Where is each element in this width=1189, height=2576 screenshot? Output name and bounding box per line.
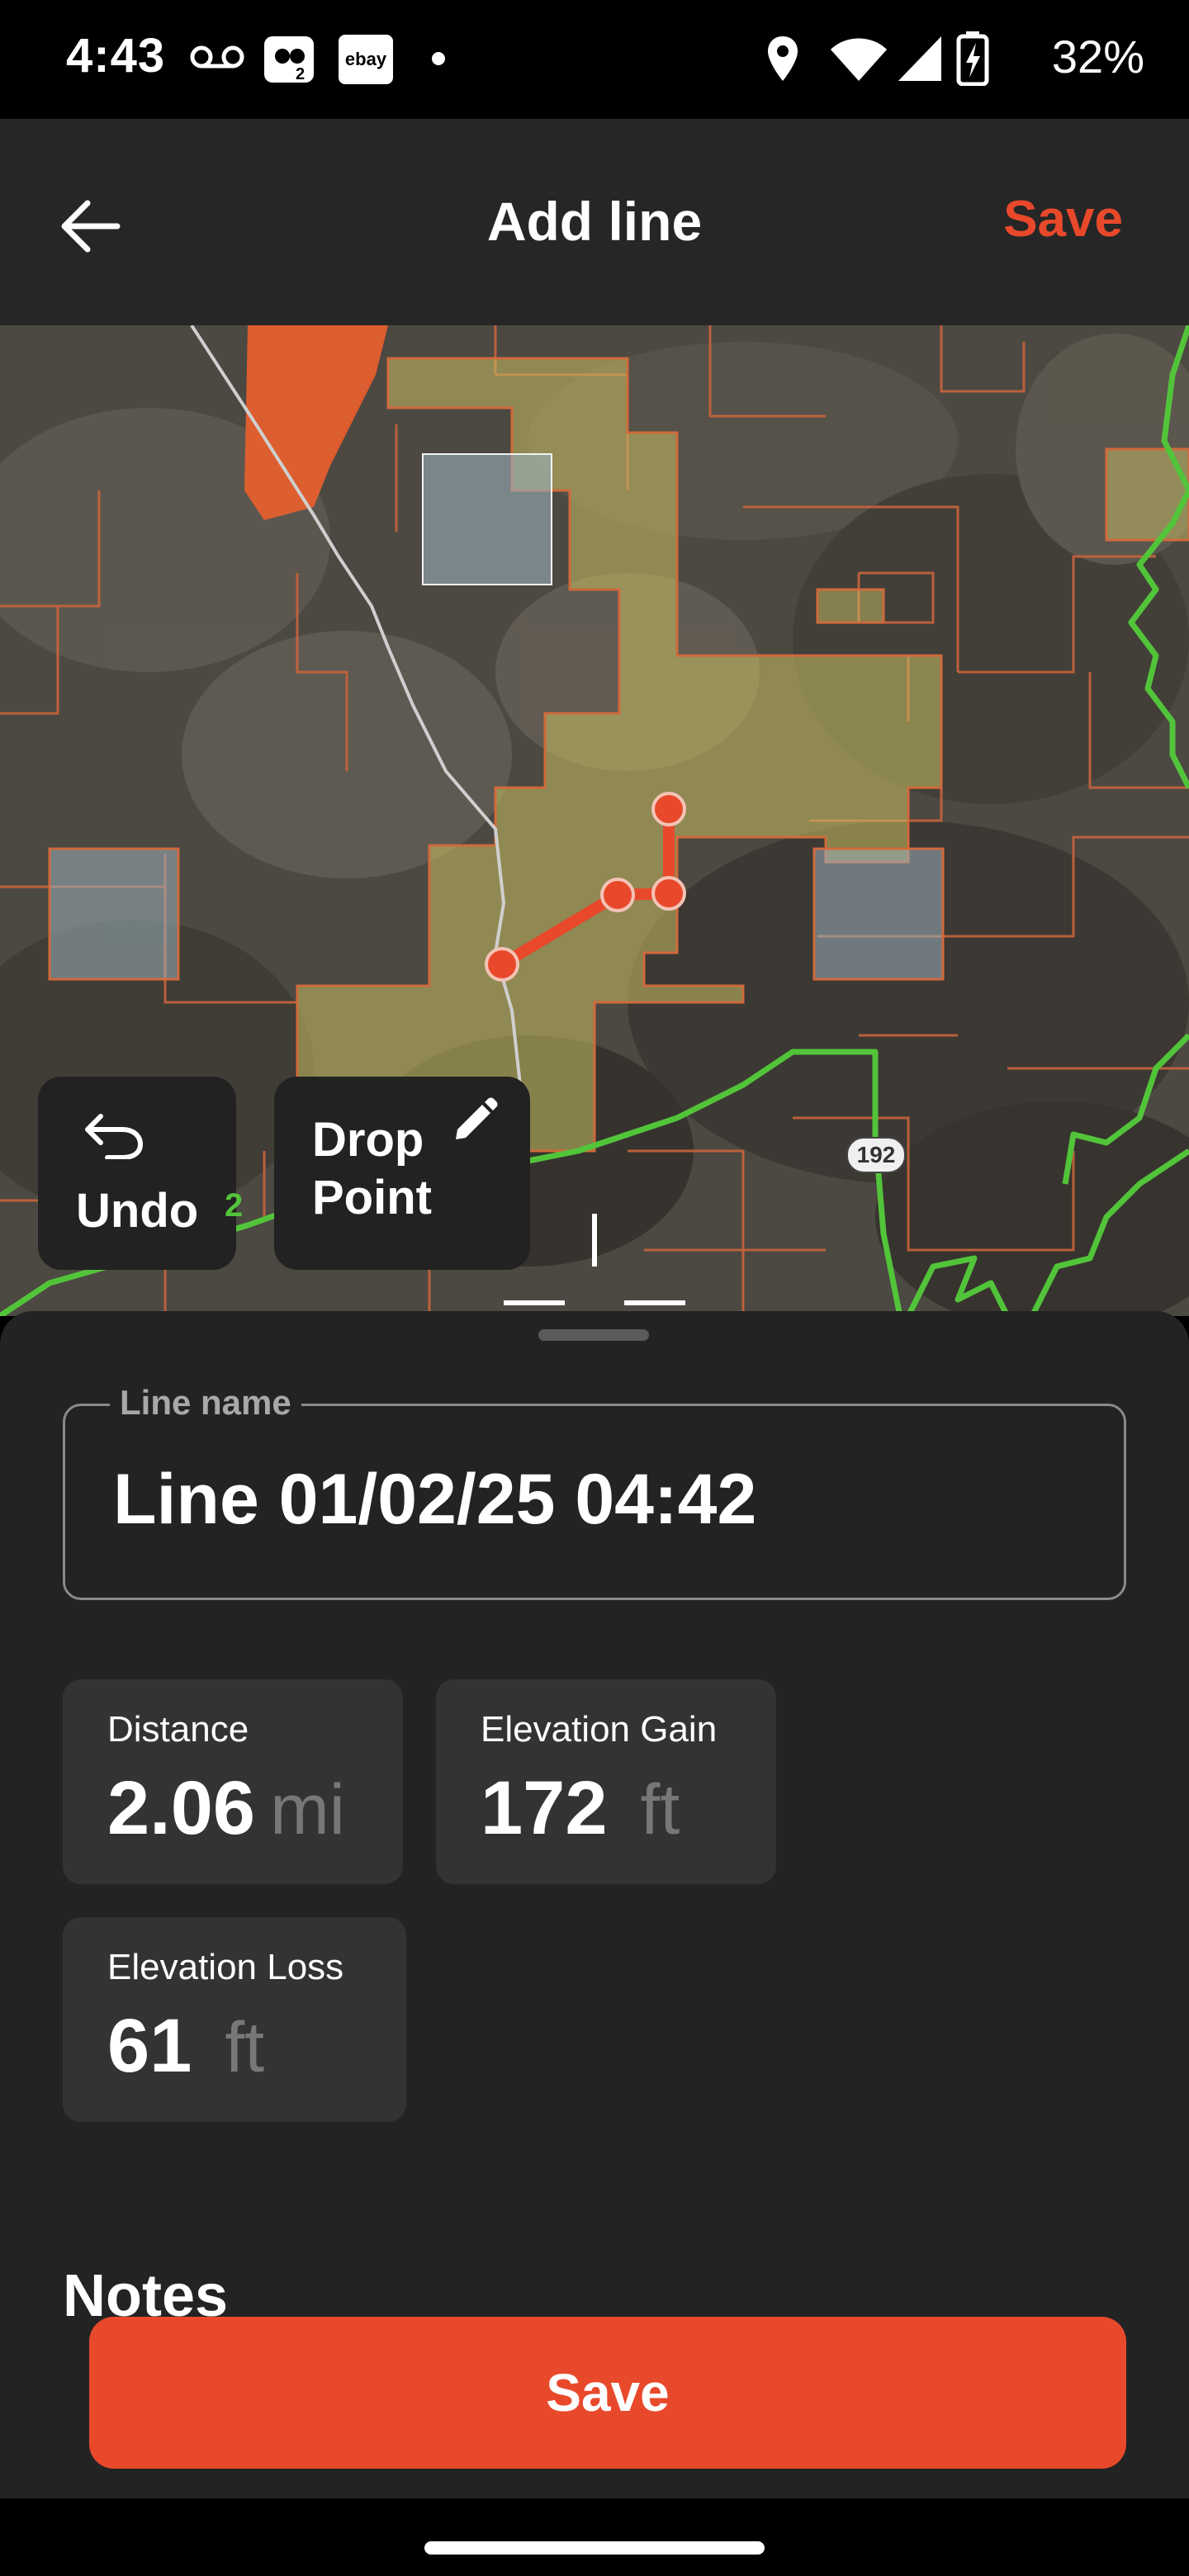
route-point-3[interactable] — [651, 876, 686, 911]
voicemail-icon — [190, 45, 244, 69]
route-point-2[interactable] — [600, 878, 635, 912]
location-icon — [768, 36, 798, 81]
status-time: 4:43 — [66, 29, 166, 83]
elevation-loss-value: 61 ft — [107, 2003, 264, 2090]
road-marker-192: 192 — [846, 1137, 906, 1173]
elevation-gain-number: 172 — [481, 1766, 608, 1850]
distance-label: Distance — [107, 1709, 249, 1750]
drop-point-button[interactable]: Drop Point — [274, 1077, 530, 1270]
elevation-gain-card: Elevation Gain 172 ft — [436, 1679, 776, 1884]
save-button[interactable]: Save — [89, 2317, 1126, 2469]
ebay-icon: ebay — [339, 35, 393, 84]
system-nav-bar — [0, 2498, 1189, 2576]
route-point-1[interactable] — [485, 947, 519, 982]
distance-card: Distance 2.06 mi — [63, 1679, 403, 1884]
route-point-4[interactable] — [651, 792, 686, 826]
elevation-gain-label: Elevation Gain — [481, 1709, 718, 1750]
undo-label: Undo — [76, 1184, 199, 1238]
elevation-loss-number: 61 — [107, 2004, 192, 2088]
elevation-gain-unit: ft — [640, 1770, 680, 1849]
line-name-field[interactable]: Line name Line 01/02/25 04:42 — [63, 1383, 1126, 1600]
home-gesture-pill[interactable] — [424, 2541, 765, 2555]
undo-icon — [85, 1114, 143, 1159]
header-save-button[interactable]: Save — [1003, 190, 1123, 249]
distance-value: 2.06 mi — [107, 1765, 345, 1852]
line-name-input[interactable]: Line 01/02/25 04:42 — [113, 1459, 756, 1541]
undo-button[interactable]: Undo — [38, 1077, 236, 1270]
signal-icon — [898, 36, 941, 81]
elevation-loss-unit: ft — [225, 2008, 265, 2087]
battery-charging-icon — [956, 31, 989, 86]
sheet-drag-handle[interactable] — [538, 1329, 649, 1341]
elevation-loss-label: Elevation Loss — [107, 1947, 344, 1987]
status-bar: 4:43 2 ebay 32% — [0, 0, 1189, 119]
battery-percent: 32% — [1051, 31, 1144, 83]
elevation-gain-value: 172 ft — [481, 1765, 680, 1852]
pencil-icon — [456, 1097, 498, 1139]
line-name-label: Line name — [110, 1383, 301, 1423]
distance-unit: mi — [270, 1770, 345, 1849]
svg-text:192: 192 — [857, 1142, 896, 1167]
route-label-fragment: 2 — [225, 1187, 244, 1224]
app-bar: Add line Save — [0, 119, 1189, 325]
svg-text:2: 2 — [296, 65, 305, 83]
app-notification-icon: 2 — [264, 36, 314, 83]
bottom-sheet: Line name Line 01/02/25 04:42 Distance 2… — [0, 1311, 1189, 2498]
dot-icon — [432, 52, 445, 65]
distance-number: 2.06 — [107, 1766, 256, 1850]
wifi-icon — [831, 38, 887, 81]
elevation-loss-card: Elevation Loss 61 ft — [63, 1917, 406, 2122]
map-view[interactable]: 192 Undo Drop Point 2 — [0, 325, 1189, 1316]
